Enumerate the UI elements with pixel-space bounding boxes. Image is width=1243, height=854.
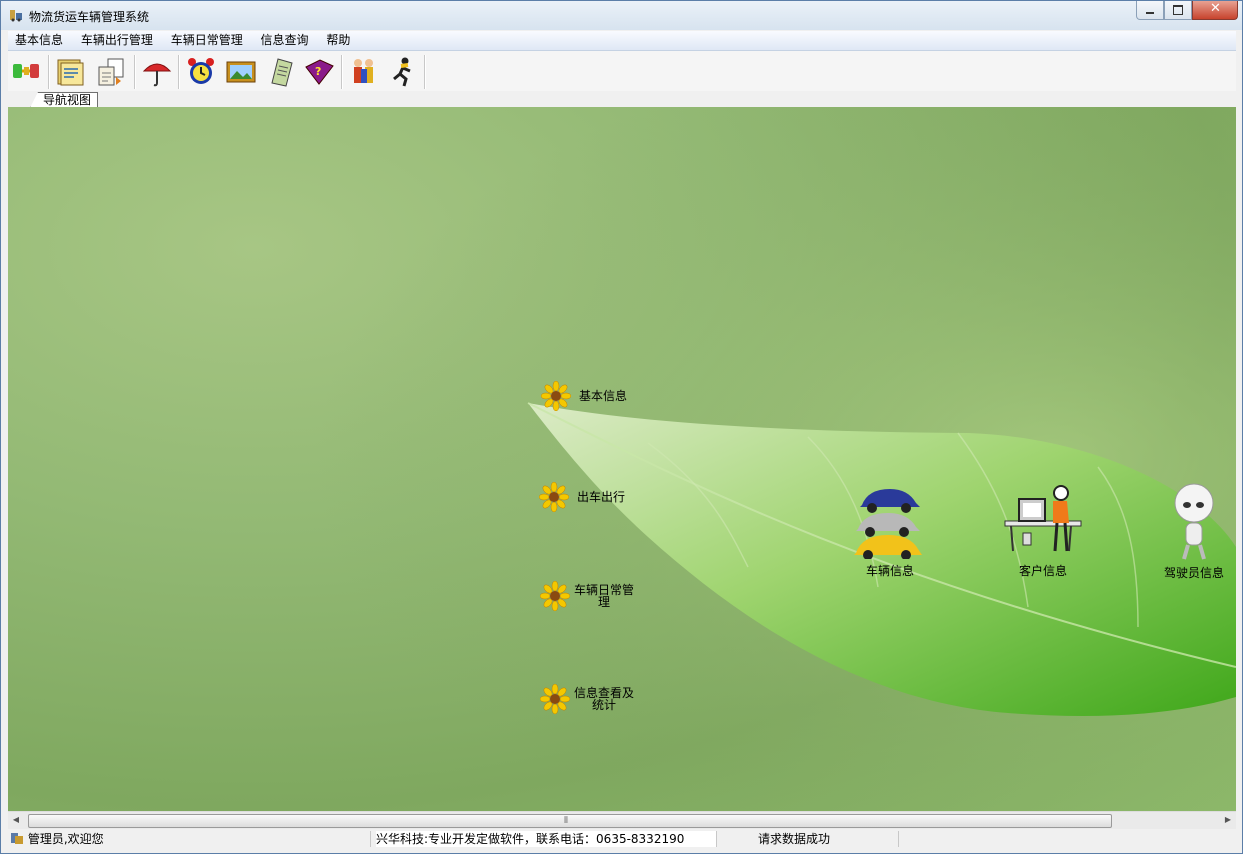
office-worker-icon — [1004, 485, 1082, 552]
hotspot-vehicle-info[interactable]: 车辆信息 — [840, 487, 940, 579]
tab-navigation-view[interactable]: 导航视图 — [30, 92, 99, 108]
hotspot-driver-info[interactable]: 驾驶员信息 — [1154, 483, 1234, 581]
scroll-right-icon[interactable]: ▶ — [1223, 815, 1233, 825]
close-icon: ✕ — [1210, 1, 1221, 16]
nav-dispatch-label: 出车出行 — [577, 490, 626, 504]
menu-info-query[interactable]: 信息查询 — [254, 31, 316, 50]
app-window: 物流货运车辆管理系统 ✕ 基本信息 车辆出行管理 车辆日常管理 信息查询 帮助 — [0, 0, 1243, 854]
sunflower-icon — [540, 684, 570, 714]
nav-basic-info-label: 基本信息 — [579, 389, 628, 403]
scroll-left-icon[interactable]: ◀ — [11, 815, 21, 825]
sunflower-icon — [540, 581, 570, 611]
restore-icon — [1173, 5, 1183, 15]
users-icon[interactable] — [347, 55, 381, 89]
menu-basic-info[interactable]: 基本信息 — [8, 31, 70, 50]
restore-button[interactable] — [1164, 1, 1192, 20]
minimize-icon — [1146, 12, 1154, 14]
menu-daily-management[interactable]: 车辆日常管理 — [164, 31, 250, 50]
sunflower-icon — [539, 482, 569, 512]
vehicle-info-label: 车辆信息 — [865, 564, 914, 578]
nav-query-line2: 统计 — [592, 698, 617, 712]
folder-icon[interactable] — [54, 55, 88, 89]
toolbar: ? — [8, 51, 1236, 91]
help-book-icon[interactable]: ? — [302, 55, 336, 89]
sunflower-icon — [541, 381, 571, 411]
picture-icon[interactable] — [224, 55, 258, 89]
driver-info-label: 驾驶员信息 — [1163, 566, 1224, 580]
umbrella-icon[interactable] — [140, 55, 174, 89]
nav-daily-management-label: 车辆日常管 理 — [574, 584, 634, 608]
alarm-clock-icon[interactable] — [184, 55, 218, 89]
nav-daily-management[interactable]: 车辆日常管 理 — [540, 581, 634, 611]
nav-basic-info[interactable]: 基本信息 — [541, 381, 627, 411]
menu-help[interactable]: 帮助 — [319, 31, 357, 50]
nav-info-query[interactable]: 信息查看及 统计 — [540, 684, 634, 714]
nav-info-query-label: 信息查看及 统计 — [574, 687, 634, 711]
scroll-thumb[interactable]: ⦀ — [28, 814, 1112, 828]
minimize-button[interactable] — [1136, 1, 1164, 20]
menu-trip-management[interactable]: 车辆出行管理 — [74, 31, 160, 50]
nav-daily-line2: 理 — [598, 595, 611, 609]
customer-info-label: 客户信息 — [1018, 564, 1067, 578]
documents-icon[interactable] — [94, 55, 128, 89]
user-status-icon — [11, 833, 23, 844]
status-empty-cell — [900, 831, 1230, 847]
robot-driver-icon — [1174, 483, 1214, 560]
menu-bar: 基本信息 车辆出行管理 车辆日常管理 信息查询 帮助 — [8, 31, 1236, 51]
hotspot-customer-info[interactable]: 客户信息 — [993, 485, 1093, 579]
status-user: 管理员,欢迎您 — [27, 832, 104, 846]
status-bar: 管理员,欢迎您 兴华科技:专业开发定做软件，联系电话：0635-8332190 … — [8, 829, 1236, 849]
window-title: 物流货运车辆管理系统 — [29, 10, 150, 24]
cars-icon — [854, 489, 922, 560]
horizontal-scrollbar[interactable]: ◀ ⦀ ▶ — [8, 811, 1236, 829]
app-logo-icon — [10, 10, 22, 22]
nav-dispatch[interactable]: 出车出行 — [539, 482, 625, 512]
grip-icon: ⦀ — [564, 816, 568, 826]
tab-strip: 导航视图 — [8, 91, 1236, 108]
exit-runner-icon[interactable] — [386, 55, 420, 89]
notepad-icon[interactable] — [264, 55, 298, 89]
connect-icon[interactable] — [10, 55, 44, 89]
status-company: 兴华科技:专业开发定做软件，联系电话：0635-8332190 — [376, 831, 717, 847]
status-message: 请求数据成功 — [758, 831, 899, 847]
svg-text:?: ? — [315, 65, 321, 78]
status-user-cell: 管理员,欢迎您 — [10, 831, 371, 847]
close-button[interactable]: ✕ — [1192, 1, 1238, 20]
navigation-canvas: 基本信息 出车出行 车辆日常管 理 信息查看及 统计 车辆信息 客户信息 驾驶员… — [8, 107, 1236, 811]
title-bar[interactable]: 物流货运车辆管理系统 ✕ — [1, 1, 1242, 30]
